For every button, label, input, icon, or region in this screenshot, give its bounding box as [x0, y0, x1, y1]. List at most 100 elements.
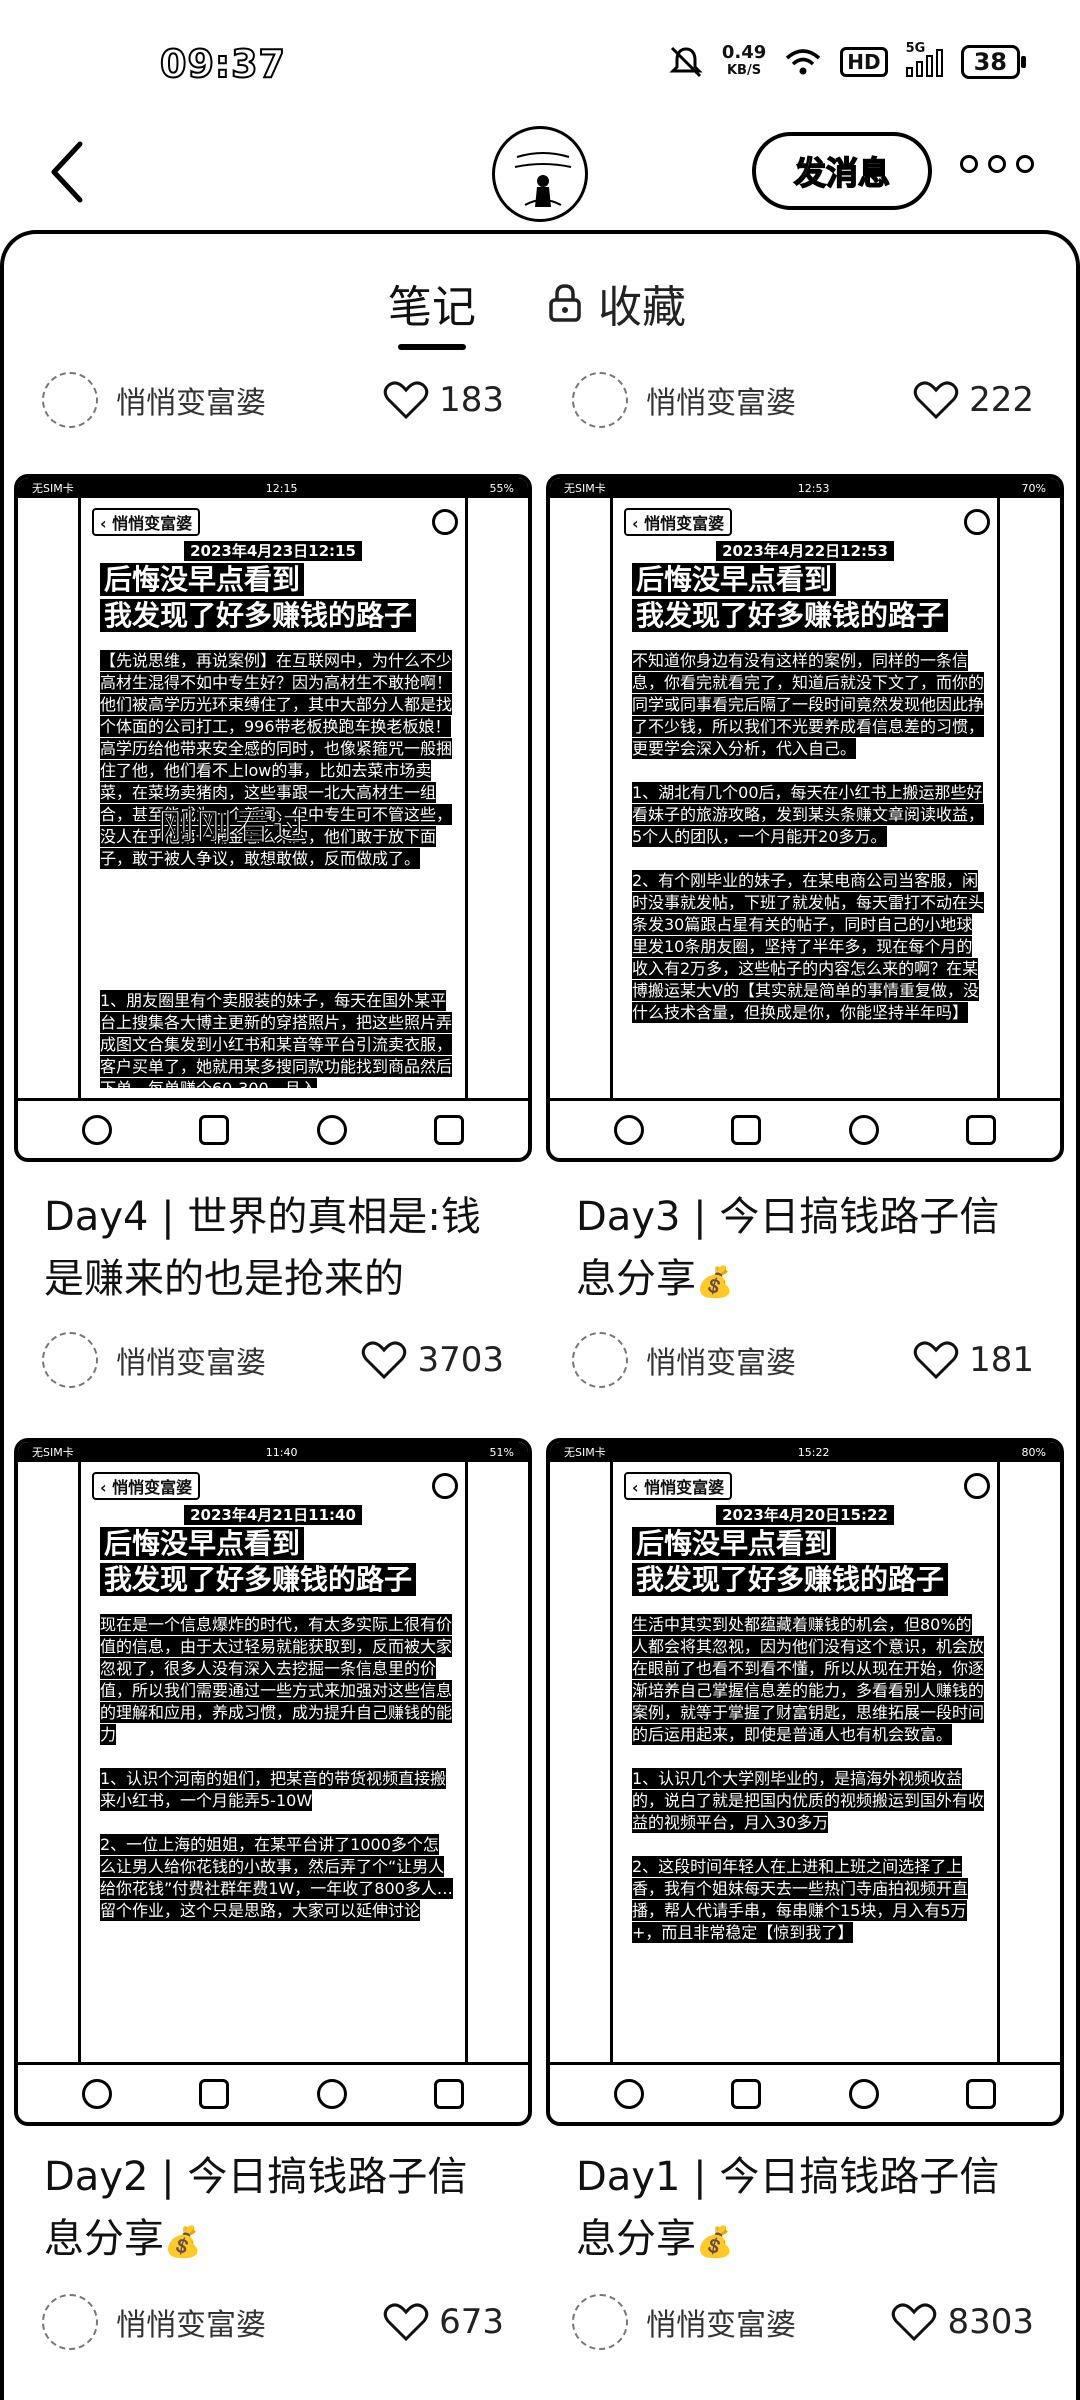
camera-icon	[199, 1114, 230, 1145]
like-counter[interactable]: 183	[380, 370, 504, 430]
like-counter[interactable]: 3703	[340, 1330, 504, 1390]
edit-icon	[434, 2078, 465, 2109]
author-avatar	[572, 2294, 628, 2350]
heart-icon	[383, 2303, 429, 2342]
thumb-more-icon	[432, 509, 458, 535]
note-title[interactable]: Day3 | 今日搞钱路子信 息分享💰	[576, 1186, 1076, 1314]
note-card[interactable]: 无SIM卡 11:40 51% ‹ 悄悄变富婆 2023年4月21日11:40 …	[14, 1438, 532, 2126]
thumb-body: 生活中其实到处都蕴藏着赚钱的机会，但80%的人都会将其忽视，因为他们没有这个意识…	[632, 1614, 986, 2052]
note-card[interactable]: 无SIM卡 12:15 55% ‹ 悄悄变富婆 2023年4月23日12:15 …	[14, 474, 532, 1162]
like-counter[interactable]: 222	[910, 370, 1034, 430]
thumb-frame	[465, 498, 468, 1098]
note-title-line: Day1 | 今日搞钱路子信	[576, 2154, 1000, 2200]
thumb-paragraph: 1、湖北有几个00后，每天在小红书上搬运那些好看妹子的旅游攻略，发到某头条赚文章…	[632, 782, 985, 847]
thumb-frame	[610, 498, 613, 1098]
note-card[interactable]: 无SIM卡 12:53 70% ‹ 悄悄变富婆 2023年4月22日12:53 …	[546, 474, 1064, 1162]
thumb-title-line: 我发现了好多赚钱的路子	[100, 1563, 417, 1596]
compass-icon	[848, 2078, 879, 2109]
author-row[interactable]: 悄悄变富婆	[42, 2292, 266, 2352]
profile-avatar[interactable]	[492, 126, 588, 222]
author-row[interactable]: 悄悄变富婆	[572, 2292, 796, 2352]
thumb-user-name: 悄悄变富婆	[112, 514, 193, 533]
thumb-title-line: 后悔没早点看到	[632, 563, 837, 596]
thumb-title-line: 后悔没早点看到	[100, 1527, 305, 1560]
thumb-header: ‹ 悄悄变富婆	[92, 1468, 458, 1504]
thumb-paragraph: 2、一位上海的姐姐，在某平台讲了1000多个怎么让男人给你花钱的小故事，然后弄了…	[100, 1834, 453, 1921]
like-counter[interactable]: 181	[870, 1330, 1034, 1390]
thumb-paragraph: 2、这段时间年轻人在上进和上班之间选择了上香，我有个姐妹每天去一些热门寺庙拍视频…	[632, 1856, 969, 1943]
more-options-icon[interactable]	[960, 155, 1034, 173]
heart-icon	[892, 2303, 937, 2342]
thumb-more-icon	[432, 1473, 458, 1499]
check-icon	[613, 2078, 644, 2109]
author-avatar	[42, 1332, 98, 1388]
like-counter[interactable]: 673	[340, 2292, 504, 2352]
thumb-user-name: 悄悄变富婆	[112, 1478, 193, 1497]
edit-icon	[434, 1114, 465, 1145]
thumb-title: 后悔没早点看到 我发现了好多赚钱的路子	[632, 1526, 990, 1598]
note-title[interactable]: Day1 | 今日搞钱路子信 息分享💰	[576, 2146, 1076, 2274]
money-bag-icon: 💰	[696, 2225, 734, 2260]
thumb-body: 现在是一个信息爆炸的时代，有太多实际上很有价值的信息，由于太过轻易就能获取到，反…	[100, 1614, 454, 2052]
author-name: 悄悄变富婆	[116, 1346, 266, 1381]
signal-icon: 5G	[905, 41, 943, 77]
send-message-button[interactable]: 发消息	[752, 132, 932, 210]
thumb-title-line: 我发现了好多赚钱的路子	[100, 599, 417, 632]
author-avatar	[42, 372, 98, 428]
tab-favorites-label: 收藏	[598, 282, 686, 333]
thumb-body: 【先说思维，再说案例】在互联网中，为什么不少高材生混得不如中专生好？因为高材生不…	[100, 650, 454, 1088]
thumb-body: 不知道你身边有没有这样的案例，同样的一条信息，你看完就看完了，知道后就没下文了，…	[632, 650, 986, 1088]
thumb-date-text: 2023年4月21日11:40	[184, 1505, 362, 1525]
check-icon	[81, 1114, 112, 1145]
thumb-paragraph: 生活中其实到处都蕴藏着赚钱的机会，但80%的人都会将其忽视，因为他们没有这个意识…	[632, 1614, 985, 1745]
author-avatar	[572, 1332, 628, 1388]
back-button[interactable]	[40, 132, 100, 212]
edit-icon	[966, 2078, 997, 2109]
thumb-title: 后悔没早点看到 我发现了好多赚钱的路子	[632, 562, 990, 634]
note-title[interactable]: Day4 | 世界的真相是:钱 是赚来的也是抢来的	[44, 1186, 544, 1310]
network-type: 5G	[905, 41, 926, 56]
thumb-title-line: 我发现了好多赚钱的路子	[632, 1563, 949, 1596]
author-name: 悄悄变富婆	[116, 386, 266, 421]
thumb-status-bar: 无SIM卡 15:22 80%	[550, 1442, 1060, 1462]
like-count: 3703	[417, 1340, 504, 1380]
status-time: 09:37	[159, 41, 286, 87]
note-title[interactable]: Day2 | 今日搞钱路子信 息分享💰	[44, 2146, 544, 2274]
thumb-paragraph: 1、认识几个大学刚毕业的，是搞海外视频收益的，说白了就是把国内优质的视频搬运到国…	[632, 1768, 985, 1833]
like-counter[interactable]: 8303	[870, 2292, 1034, 2352]
profile-header: 发消息	[0, 110, 1080, 230]
like-count: 673	[439, 2302, 504, 2342]
net-speed: 0.49 KB/S	[722, 44, 766, 80]
note-title-line: Day2 | 今日搞钱路子信	[44, 2154, 468, 2200]
tab-notes-label: 笔记	[388, 282, 476, 333]
note-card[interactable]: 无SIM卡 15:22 80% ‹ 悄悄变富婆 2023年4月20日15:22 …	[546, 1438, 1064, 2126]
camera-icon	[199, 2078, 230, 2109]
status-icons: 0.49 KB/S HD 5G 38	[668, 41, 1027, 80]
thumb-status-bar: 无SIM卡 12:53 70%	[550, 478, 1060, 498]
author-row[interactable]: 悄悄变富婆	[42, 1330, 266, 1390]
author-row[interactable]: 悄悄变富婆	[42, 370, 266, 430]
thumb-user-name: 悄悄变富婆	[644, 514, 725, 533]
thumb-date: 2023年4月22日12:53	[550, 540, 1060, 561]
thumb-more-icon	[964, 1473, 990, 1499]
net-speed-value: 0.49	[721, 42, 767, 63]
send-message-label: 发消息	[793, 153, 891, 193]
camera-icon	[731, 2078, 762, 2109]
tab-favorites[interactable]: 收藏	[548, 268, 686, 338]
compass-icon	[316, 1114, 347, 1145]
author-row[interactable]: 悄悄变富婆	[572, 1330, 796, 1390]
thumb-frame	[997, 1462, 1000, 2062]
note-title-line: Day4 | 世界的真相是:钱	[44, 1194, 481, 1240]
hd-badge: HD	[840, 47, 888, 77]
thumb-header: ‹ 悄悄变富婆	[624, 1468, 990, 1504]
thumb-date-text: 2023年4月22日12:53	[716, 541, 894, 561]
note-title-line: 息分享	[44, 2216, 164, 2262]
thumb-date-text: 2023年4月23日12:15	[184, 541, 362, 561]
thumb-title-line: 我发现了好多赚钱的路子	[632, 599, 949, 632]
author-row[interactable]: 悄悄变富婆	[572, 370, 796, 430]
thumb-user: ‹ 悄悄变富婆	[92, 508, 201, 536]
thumb-bottom-bar	[18, 1098, 528, 1158]
tab-notes[interactable]: 笔记	[388, 268, 476, 350]
author-name: 悄悄变富婆	[646, 1346, 796, 1381]
thumb-frame	[78, 498, 81, 1098]
